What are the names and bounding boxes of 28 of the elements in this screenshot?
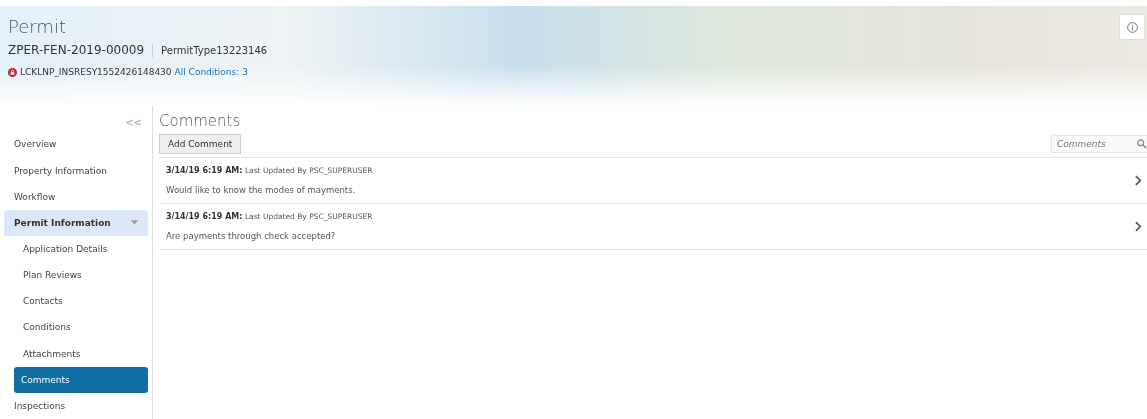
nav-group[interactable]: Permit Information <box>4 209 148 236</box>
page-title: Permit <box>8 16 67 37</box>
search-icon <box>1137 139 1147 149</box>
info-button[interactable] <box>1119 14 1145 40</box>
add-comment-button[interactable]: Add Comment <box>159 134 242 154</box>
nav-item[interactable]: Property Information <box>0 157 152 184</box>
conditions-link[interactable]: All Conditions: 3 <box>174 67 248 77</box>
chevron-right-icon <box>1135 221 1142 232</box>
nav-item[interactable]: Attachments <box>0 340 152 367</box>
permit-number: ZPER-FEN-2019-00009 <box>8 43 145 57</box>
comment-text: Would like to know the modes of mayments. <box>166 185 357 195</box>
nav-item[interactable]: Inspections <box>0 392 152 419</box>
section-title: Comments <box>159 112 242 132</box>
search-field[interactable]: Comments <box>1051 135 1147 153</box>
comment-text: Are payments through check accepted? <box>166 231 337 241</box>
permit-type: PermitType13223146 <box>161 44 268 56</box>
lock-icon <box>8 67 17 77</box>
nav-item[interactable]: Comments <box>14 366 148 393</box>
nav-item[interactable]: Contacts <box>0 288 152 315</box>
caret-icon <box>131 220 138 226</box>
nav-item[interactable]: Application Details <box>0 236 152 263</box>
nav-item[interactable]: Conditions <box>0 314 152 341</box>
nav-item[interactable]: Workflow <box>0 183 152 210</box>
nav-item[interactable]: Overview <box>0 131 152 158</box>
chevron-right-icon <box>1135 175 1142 186</box>
nav-item[interactable]: Plan Reviews <box>0 262 152 289</box>
lock-id: LCKLNP_INSRESY1552426148430 <box>20 67 172 77</box>
info-icon <box>1126 21 1138 33</box>
